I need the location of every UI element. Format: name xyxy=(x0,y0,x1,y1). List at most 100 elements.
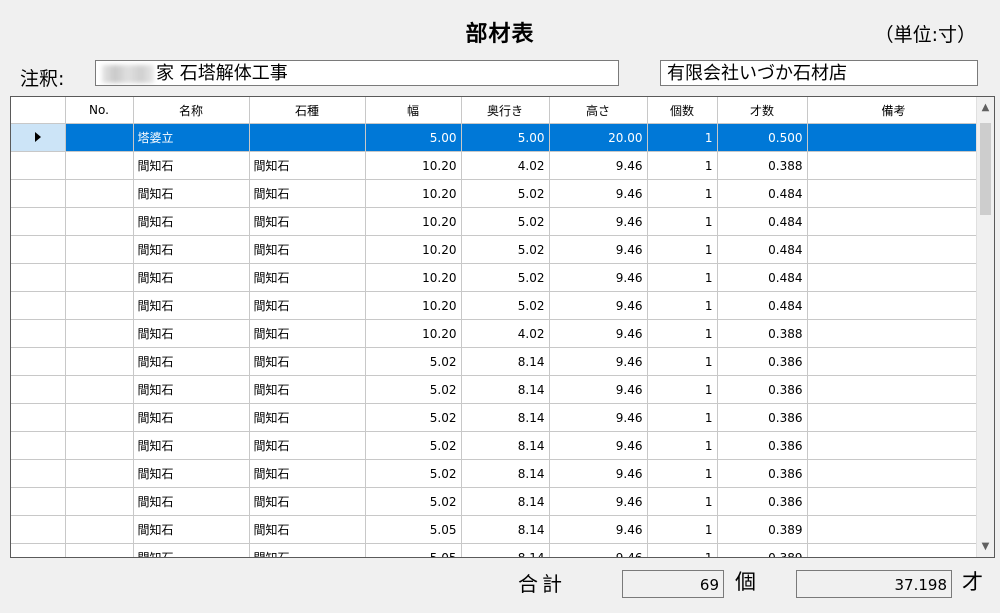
cell-volume[interactable]: 0.386 xyxy=(717,403,808,432)
cell-depth[interactable]: 4.02 xyxy=(461,319,550,348)
cell-height[interactable]: 9.46 xyxy=(549,347,648,376)
column-header-volume[interactable]: 才数 xyxy=(717,97,808,124)
cell-remarks[interactable] xyxy=(807,347,981,376)
cell-quantity[interactable]: 1 xyxy=(647,235,718,264)
cell-stone-type[interactable]: 間知石 xyxy=(249,179,366,208)
cell-depth[interactable]: 8.14 xyxy=(461,431,550,460)
row-indicator[interactable] xyxy=(11,263,66,292)
cell-name[interactable]: 間知石 xyxy=(133,263,250,292)
table-row[interactable]: 間知石 間知石 5.02 8.14 9.46 1 0.386 xyxy=(11,403,981,432)
cell-name[interactable]: 間知石 xyxy=(133,403,250,432)
cell-depth[interactable]: 8.14 xyxy=(461,375,550,404)
cell-height[interactable]: 9.46 xyxy=(549,179,648,208)
cell-volume[interactable]: 0.484 xyxy=(717,207,808,236)
table-row[interactable]: 間知石 間知石 5.02 8.14 9.46 1 0.386 xyxy=(11,487,981,516)
cell-height[interactable]: 9.46 xyxy=(549,207,648,236)
cell-stone-type[interactable]: 間知石 xyxy=(249,375,366,404)
cell-no[interactable] xyxy=(65,179,134,208)
cell-remarks[interactable] xyxy=(807,179,981,208)
scroll-up-arrow-icon[interactable]: ▲ xyxy=(977,99,994,116)
table-row[interactable]: 間知石 間知石 5.02 8.14 9.46 1 0.386 xyxy=(11,431,981,460)
cell-stone-type[interactable]: 間知石 xyxy=(249,291,366,320)
cell-quantity[interactable]: 1 xyxy=(647,263,718,292)
cell-quantity[interactable]: 1 xyxy=(647,179,718,208)
cell-depth[interactable]: 4.02 xyxy=(461,151,550,180)
cell-name[interactable]: 間知石 xyxy=(133,543,250,557)
cell-no[interactable] xyxy=(65,263,134,292)
cell-no[interactable] xyxy=(65,403,134,432)
cell-quantity[interactable]: 1 xyxy=(647,543,718,557)
cell-height[interactable]: 9.46 xyxy=(549,515,648,544)
cell-no[interactable] xyxy=(65,375,134,404)
table-row[interactable]: 塔婆立 5.00 5.00 20.00 1 0.500 xyxy=(11,123,981,152)
cell-remarks[interactable] xyxy=(807,459,981,488)
row-indicator[interactable] xyxy=(11,123,66,152)
cell-width[interactable]: 5.02 xyxy=(365,459,462,488)
table-row[interactable]: 間知石 間知石 10.20 4.02 9.46 1 0.388 xyxy=(11,151,981,180)
column-header-name[interactable]: 名称 xyxy=(133,97,250,124)
table-row[interactable]: 間知石 間知石 5.02 8.14 9.46 1 0.386 xyxy=(11,375,981,404)
cell-remarks[interactable] xyxy=(807,403,981,432)
cell-no[interactable] xyxy=(65,487,134,516)
row-indicator[interactable] xyxy=(11,431,66,460)
cell-depth[interactable]: 8.14 xyxy=(461,403,550,432)
row-indicator[interactable] xyxy=(11,151,66,180)
cell-width[interactable]: 5.05 xyxy=(365,515,462,544)
table-row[interactable]: 間知石 間知石 5.02 8.14 9.46 1 0.386 xyxy=(11,459,981,488)
cell-height[interactable]: 9.46 xyxy=(549,459,648,488)
cell-stone-type[interactable]: 間知石 xyxy=(249,459,366,488)
cell-quantity[interactable]: 1 xyxy=(647,375,718,404)
cell-quantity[interactable]: 1 xyxy=(647,515,718,544)
cell-volume[interactable]: 0.386 xyxy=(717,431,808,460)
cell-stone-type[interactable] xyxy=(249,123,366,152)
cell-remarks[interactable] xyxy=(807,123,981,152)
cell-height[interactable]: 9.46 xyxy=(549,375,648,404)
cell-name[interactable]: 間知石 xyxy=(133,207,250,236)
table-row[interactable]: 間知石 間知石 5.05 8.14 9.46 1 0.389 xyxy=(11,543,981,557)
cell-height[interactable]: 9.46 xyxy=(549,487,648,516)
cell-width[interactable]: 10.20 xyxy=(365,263,462,292)
cell-stone-type[interactable]: 間知石 xyxy=(249,543,366,557)
cell-volume[interactable]: 0.389 xyxy=(717,543,808,557)
cell-width[interactable]: 5.02 xyxy=(365,403,462,432)
column-header-remarks[interactable]: 備考 xyxy=(807,97,981,124)
cell-volume[interactable]: 0.484 xyxy=(717,179,808,208)
cell-name[interactable]: 間知石 xyxy=(133,431,250,460)
cell-height[interactable]: 9.46 xyxy=(549,319,648,348)
cell-no[interactable] xyxy=(65,319,134,348)
cell-stone-type[interactable]: 間知石 xyxy=(249,151,366,180)
cell-depth[interactable]: 8.14 xyxy=(461,515,550,544)
cell-quantity[interactable]: 1 xyxy=(647,291,718,320)
cell-no[interactable] xyxy=(65,123,134,152)
parts-grid[interactable]: No. 名称 石種 幅 奥行き 高さ 個数 才数 備考 塔婆立 5.00 5.00 2… xyxy=(10,96,995,558)
cell-width[interactable]: 5.02 xyxy=(365,347,462,376)
cell-remarks[interactable] xyxy=(807,543,981,557)
cell-no[interactable] xyxy=(65,459,134,488)
cell-width[interactable]: 10.20 xyxy=(365,151,462,180)
cell-stone-type[interactable]: 間知石 xyxy=(249,515,366,544)
cell-width[interactable]: 5.02 xyxy=(365,375,462,404)
cell-depth[interactable]: 8.14 xyxy=(461,347,550,376)
cell-volume[interactable]: 0.386 xyxy=(717,487,808,516)
cell-width[interactable]: 10.20 xyxy=(365,235,462,264)
cell-volume[interactable]: 0.484 xyxy=(717,291,808,320)
cell-name[interactable]: 間知石 xyxy=(133,319,250,348)
cell-remarks[interactable] xyxy=(807,235,981,264)
vertical-scrollbar[interactable]: ▲ ▼ xyxy=(976,97,994,557)
cell-height[interactable]: 9.46 xyxy=(549,431,648,460)
row-indicator[interactable] xyxy=(11,319,66,348)
cell-no[interactable] xyxy=(65,515,134,544)
scroll-thumb[interactable] xyxy=(980,123,991,215)
cell-width[interactable]: 5.05 xyxy=(365,543,462,557)
cell-width[interactable]: 5.02 xyxy=(365,487,462,516)
cell-depth[interactable]: 8.14 xyxy=(461,543,550,557)
cell-quantity[interactable]: 1 xyxy=(647,347,718,376)
column-header-height[interactable]: 高さ xyxy=(549,97,648,124)
cell-stone-type[interactable]: 間知石 xyxy=(249,235,366,264)
cell-width[interactable]: 5.02 xyxy=(365,431,462,460)
row-indicator[interactable] xyxy=(11,235,66,264)
cell-depth[interactable]: 5.02 xyxy=(461,235,550,264)
cell-name[interactable]: 間知石 xyxy=(133,375,250,404)
cell-depth[interactable]: 5.02 xyxy=(461,263,550,292)
row-indicator[interactable] xyxy=(11,375,66,404)
